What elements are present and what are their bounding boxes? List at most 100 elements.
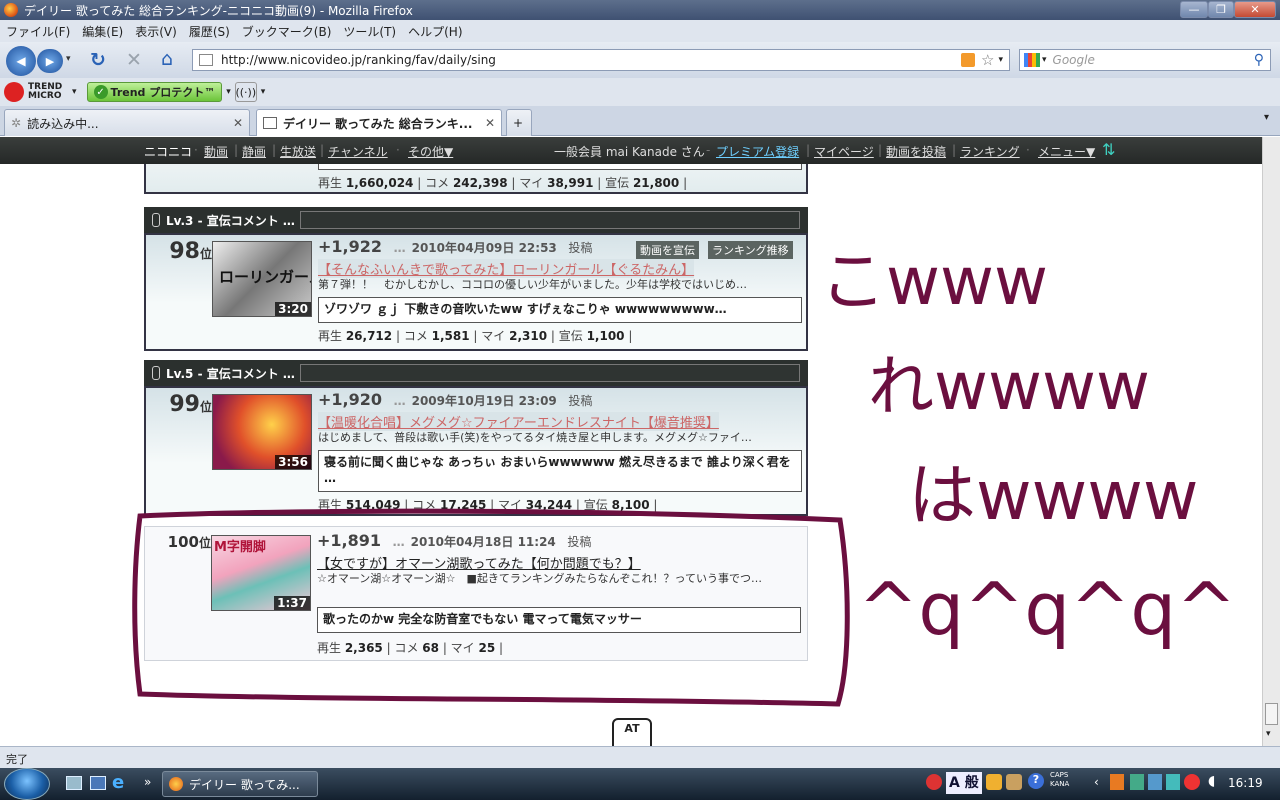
tray-icon-4[interactable]: [1184, 774, 1200, 790]
nav-ranking[interactable]: ランキング: [960, 143, 1020, 160]
handwriting-line-4: ^q^q^q^: [858, 567, 1236, 651]
nav-mypage[interactable]: マイページ: [814, 143, 874, 160]
trend-protect-dropdown-icon[interactable]: ▾: [226, 87, 231, 97]
ime-help-icon[interactable]: ?: [1028, 773, 1044, 789]
tray-icon-3[interactable]: [1166, 774, 1180, 790]
tab-list-icon[interactable]: ▾: [1264, 112, 1269, 123]
new-tab-button[interactable]: +: [506, 109, 532, 136]
scroll-toggle-icon[interactable]: ⇅: [1102, 140, 1115, 159]
user-label: 一般会員 mai Kanade さん: [554, 145, 705, 159]
tab-bar: ✲ 読み込み中... ✕ デイリー 歌ってみた 総合ランキ... ✕ + ▾: [0, 106, 1280, 136]
ime-pad-icon[interactable]: [1006, 774, 1022, 790]
tab-loading[interactable]: ✲ 読み込み中... ✕: [4, 109, 250, 136]
menu-file[interactable]: ファイル(F): [6, 23, 70, 40]
status-bar: 完了: [0, 746, 1280, 768]
handwriting-line-3: はwwww: [908, 457, 1198, 536]
check-icon: ✓: [93, 85, 108, 99]
show-desktop-icon[interactable]: [66, 776, 82, 790]
network-icon[interactable]: [1148, 774, 1162, 790]
nav-live[interactable]: 生放送: [280, 143, 316, 160]
start-button[interactable]: [4, 768, 50, 800]
wireless-icon[interactable]: ((·)): [234, 82, 257, 102]
trend-protect-button[interactable]: ✓ Trend プロテクト™: [86, 82, 223, 102]
trend-toolbar: TREND MICRO ▾ ✓ Trend プロテクト™ ▾ ((·)) ▾: [0, 78, 1280, 106]
wireless-dropdown-icon[interactable]: ▾: [261, 87, 266, 97]
ie-icon[interactable]: e: [112, 772, 124, 793]
windows-taskbar: e » デイリー 歌ってみ... A 般 ? CAPS KANA ‹ ◖ 16:1…: [0, 768, 1280, 800]
taskbar-firefox[interactable]: デイリー 歌ってみ...: [162, 771, 318, 797]
menu-edit[interactable]: 編集(E): [82, 23, 123, 40]
tab-ranking[interactable]: デイリー 歌ってみた 総合ランキ... ✕: [256, 109, 502, 136]
firefox-icon: [4, 3, 18, 17]
volume-icon[interactable]: ◖: [1208, 773, 1215, 789]
history-dropdown-icon[interactable]: ▾: [66, 54, 71, 64]
url-bar[interactable]: http://www.nicovideo.jp/ranking/fav/dail…: [192, 49, 1010, 71]
page-icon: [199, 54, 213, 66]
nav-douga[interactable]: 動画: [204, 143, 228, 160]
back-button[interactable]: ◀: [6, 46, 36, 76]
minimize-button[interactable]: —: [1180, 1, 1208, 18]
tab-close-icon[interactable]: ✕: [227, 116, 243, 130]
menu-help[interactable]: ヘルプ(H): [408, 23, 462, 40]
search-engine-dropdown-icon[interactable]: ▾: [1042, 55, 1047, 65]
window-titlebar: デイリー 歌ってみた 総合ランキング-ニコニコ動画(9) - Mozilla F…: [0, 0, 1280, 20]
niconico-navbar: ニコニコ · 動画 | 静画 | 生放送 | チャンネル · その他▼ 一般会員…: [0, 137, 1262, 164]
premium-link[interactable]: プレミアム登録: [716, 143, 799, 160]
caps-kana-indicator: CAPS KANA: [1050, 771, 1070, 788]
tray-icon-1[interactable]: [1110, 774, 1124, 790]
url-dropdown-icon[interactable]: ▾: [998, 55, 1003, 65]
tab-close-icon[interactable]: ✕: [479, 116, 495, 130]
menu-bookmarks[interactable]: ブックマーク(B): [242, 23, 332, 40]
reload-icon[interactable]: ↻: [90, 49, 106, 71]
scroll-down-icon[interactable]: ▾: [1266, 729, 1271, 739]
loading-spinner-icon: ✲: [11, 116, 22, 130]
niconico-tab-icon: [263, 117, 277, 129]
status-text: 完了: [6, 753, 28, 766]
nav-other[interactable]: その他▼: [408, 143, 453, 160]
close-window-button[interactable]: ✕: [1234, 1, 1276, 18]
handwriting-line-1: こwww: [820, 243, 1048, 320]
search-box[interactable]: ▾ Google ⚲: [1019, 49, 1271, 71]
menu-tools[interactable]: ツール(T): [343, 23, 396, 40]
ime-tool-icon[interactable]: [986, 774, 1002, 790]
tray-app-icon[interactable]: [926, 774, 942, 790]
handwriting-overlay: こwww れwwww はwwww ^q^q^q^: [132, 243, 1236, 707]
bookmark-star-icon[interactable]: ☆: [981, 51, 994, 69]
page-content: 再生 1,660,024 | コメ 242,398 | マイ 38,991 | …: [0, 164, 1262, 746]
search-placeholder[interactable]: Google: [1053, 53, 1095, 67]
nav-upload[interactable]: 動画を投稿: [886, 143, 946, 160]
tray-icon-2[interactable]: [1130, 774, 1144, 790]
trend-logo: TREND MICRO: [28, 82, 63, 101]
menu-view[interactable]: 表示(V): [135, 23, 177, 40]
menu-bar: ファイル(F) 編集(E) 表示(V) 履歴(S) ブックマーク(B) ツール(…: [0, 20, 1280, 42]
clock[interactable]: 16:19: [1228, 776, 1263, 790]
search-icon[interactable]: ⚲: [1254, 52, 1264, 68]
nav-channel[interactable]: チャンネル: [328, 143, 388, 160]
tab-label: 読み込み中...: [27, 116, 99, 131]
rss-icon[interactable]: [961, 53, 976, 67]
url-text[interactable]: http://www.nicovideo.jp/ranking/fav/dail…: [221, 53, 496, 67]
scroll-thumb[interactable]: [1265, 703, 1278, 725]
handwriting-line-2: れwwww: [868, 348, 1150, 425]
firefox-icon: [169, 777, 183, 791]
window-title: デイリー 歌ってみた 総合ランキング-ニコニコ動画(9) - Mozilla F…: [24, 3, 413, 18]
trend-protect-label: Trend プロテクト™: [110, 86, 216, 99]
nav-menu[interactable]: メニュー▼: [1038, 143, 1095, 160]
ime-indicator[interactable]: A 般: [946, 772, 982, 794]
google-icon[interactable]: [1024, 53, 1040, 67]
tray-expand-icon[interactable]: ‹: [1094, 775, 1099, 789]
forward-button[interactable]: ▶: [37, 49, 63, 73]
menu-history[interactable]: 履歴(S): [189, 23, 230, 40]
tab-label: デイリー 歌ってみた 総合ランキ...: [283, 116, 473, 131]
vertical-scrollbar[interactable]: ▾: [1262, 137, 1280, 746]
trend-micro-icon: [4, 82, 24, 102]
quicklaunch-more-icon[interactable]: »: [144, 775, 151, 789]
circle-highlight: [132, 508, 850, 707]
trend-dropdown-icon[interactable]: ▾: [72, 87, 77, 97]
nav-niconico[interactable]: ニコニコ: [144, 143, 192, 160]
stop-icon[interactable]: ✕: [126, 49, 142, 71]
nav-seiga[interactable]: 静画: [242, 143, 266, 160]
maximize-button[interactable]: ❐: [1208, 1, 1234, 18]
home-icon[interactable]: ⌂: [161, 48, 173, 70]
switch-windows-icon[interactable]: [90, 776, 106, 790]
